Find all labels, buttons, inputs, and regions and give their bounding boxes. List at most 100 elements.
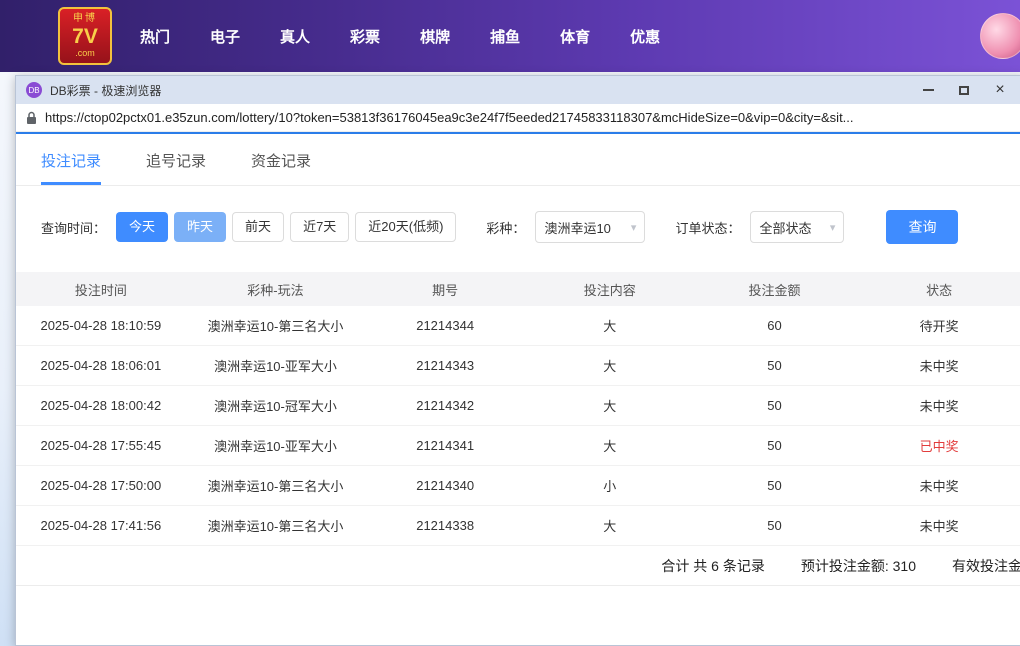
column-header: 状态 xyxy=(926,282,953,298)
search-button[interactable]: 查询 xyxy=(886,210,959,244)
lottery-filter-label: 彩种： xyxy=(486,220,526,236)
time-option[interactable]: 前天 xyxy=(232,212,285,242)
logo-text-top: 申博 xyxy=(73,13,97,24)
time-option[interactable]: 近7天 xyxy=(290,212,350,242)
url-bar[interactable]: https://ctop02pctx01.e35zun.com/lottery/… xyxy=(16,104,1020,132)
column-header: 投注金额 xyxy=(748,282,801,298)
site-navbar: 申博 7V .com 热门 电子 真人 彩票 棋牌 捕鱼 体育 优惠 xyxy=(0,0,1020,72)
bet-content: 大 xyxy=(603,519,617,534)
bet-amount: 60 xyxy=(767,318,782,333)
tabs: 投注记录 追号记录 资金记录 xyxy=(16,134,1020,186)
nav-item[interactable]: 优惠 xyxy=(630,26,660,47)
bet-time: 2025-04-28 18:06:01 xyxy=(40,358,162,373)
tab[interactable]: 投注记录 xyxy=(41,150,102,185)
issue-number: 21214342 xyxy=(416,398,475,413)
nav-item[interactable]: 彩票 xyxy=(350,26,380,47)
table-row: 2025-04-28 18:10:59 澳洲幸运10-第三名大小 21214344 大… xyxy=(16,306,1020,346)
status-select-value: 全部状态 xyxy=(759,220,812,236)
bet-amount: 50 xyxy=(767,438,782,453)
issue-number: 21214343 xyxy=(416,358,475,373)
table-row: 2025-04-28 18:06:01 澳洲幸运10-亚军大小 21214343 大 5… xyxy=(16,346,1020,386)
table-body: 2025-04-28 18:10:59 澳洲幸运10-第三名大小 21214344 大… xyxy=(16,306,1020,546)
bet-amount: 50 xyxy=(767,478,782,493)
bet-records-table: 投注时间 彩种-玩法 期号 投注内容 投注金额 状态 2025-04-28 18:10:5… xyxy=(16,272,1020,586)
chevron-down-icon: ▾ xyxy=(630,221,637,234)
game-play: 澳洲幸运10-第三名大小 xyxy=(207,519,344,534)
site-logo[interactable]: 申博 7V .com xyxy=(58,7,112,65)
status-badge: 未中奖 xyxy=(919,399,959,414)
close-icon: × xyxy=(995,81,1005,98)
column-header: 期号 xyxy=(432,282,459,298)
expected-bet-amount: 预计投注金额: 310 xyxy=(800,557,916,574)
logo-text-bottom: .com xyxy=(75,48,95,58)
bet-time: 2025-04-28 18:00:42 xyxy=(40,398,162,413)
tab[interactable]: 追号记录 xyxy=(146,150,206,185)
user-avatar[interactable] xyxy=(980,13,1020,59)
tab[interactable]: 资金记录 xyxy=(251,150,311,185)
minimize-button[interactable] xyxy=(910,76,946,104)
bet-time: 2025-04-28 17:50:00 xyxy=(40,478,162,493)
game-play: 澳洲幸运10-第三名大小 xyxy=(207,319,344,334)
maximize-button[interactable] xyxy=(946,76,982,104)
game-play: 澳洲幸运10-亚军大小 xyxy=(214,439,337,454)
lottery-select-value: 澳洲幸运10 xyxy=(544,220,611,236)
records-summary: 合计 共 6 条记录 xyxy=(661,557,765,574)
time-option[interactable]: 近20天(低频) xyxy=(355,212,457,242)
column-header: 投注内容 xyxy=(583,282,636,298)
status-badge: 未中奖 xyxy=(919,479,959,494)
time-filter-label: 查询时间： xyxy=(41,220,107,236)
bet-content: 小 xyxy=(603,479,617,494)
issue-number: 21214340 xyxy=(416,478,475,493)
time-options: 今天 昨天 前天 近7天 近20天(低频) xyxy=(116,212,457,242)
table-row: 2025-04-28 17:55:45 澳洲幸运10-亚军大小 21214341 大 5… xyxy=(16,426,1020,466)
window-title: DB彩票 - 极速浏览器 xyxy=(50,83,162,98)
lock-icon xyxy=(27,111,36,124)
table-footer: 合计 共 6 条记录 预计投注金额: 310 有效投注金 xyxy=(16,546,1020,586)
status-badge: 已中奖 xyxy=(919,439,959,454)
close-button[interactable]: × xyxy=(982,76,1018,104)
nav-item[interactable]: 热门 xyxy=(140,26,170,47)
game-play: 澳洲幸运10-第三名大小 xyxy=(207,479,344,494)
bet-amount: 50 xyxy=(767,358,782,373)
time-option[interactable]: 今天 xyxy=(116,212,169,242)
column-header: 彩种-玩法 xyxy=(247,282,304,298)
game-play: 澳洲幸运10-冠军大小 xyxy=(214,399,337,414)
issue-number: 21214344 xyxy=(416,318,475,333)
nav-menu: 热门 电子 真人 彩票 棋牌 捕鱼 体育 优惠 xyxy=(140,26,660,47)
status-badge: 待开奖 xyxy=(919,319,959,334)
window-titlebar: DB DB彩票 - 极速浏览器 × xyxy=(16,76,1020,104)
nav-item[interactable]: 体育 xyxy=(560,26,590,47)
window-controls: × xyxy=(910,76,1018,104)
status-badge: 未中奖 xyxy=(919,519,959,534)
nav-item[interactable]: 捕鱼 xyxy=(490,26,520,47)
browser-window: DB DB彩票 - 极速浏览器 × https://ctop02pctx01.e… xyxy=(15,75,1020,646)
bet-amount: 50 xyxy=(767,398,782,413)
column-header: 投注时间 xyxy=(74,282,127,298)
chevron-down-icon: ▾ xyxy=(829,221,836,234)
bet-time: 2025-04-28 17:55:45 xyxy=(40,438,162,453)
issue-number: 21214338 xyxy=(416,518,475,533)
nav-item[interactable]: 真人 xyxy=(280,26,310,47)
time-option[interactable]: 昨天 xyxy=(174,212,227,242)
issue-number: 21214341 xyxy=(416,438,475,453)
lottery-select[interactable]: 澳洲幸运10 ▾ xyxy=(535,211,646,243)
page-content: 投注记录 追号记录 资金记录 查询时间： 今天 昨天 前天 近7天 近20天(低频) 彩种：… xyxy=(16,134,1020,645)
table-row: 2025-04-28 18:00:42 澳洲幸运10-冠军大小 21214342 大 5… xyxy=(16,386,1020,426)
bet-content: 大 xyxy=(603,319,617,334)
bet-time: 2025-04-28 17:41:56 xyxy=(40,518,162,533)
game-play: 澳洲幸运10-亚军大小 xyxy=(214,359,337,374)
nav-item[interactable]: 电子 xyxy=(210,26,240,47)
table-header-row: 投注时间 彩种-玩法 期号 投注内容 投注金额 状态 xyxy=(16,272,1020,306)
status-filter-label: 订单状态： xyxy=(675,220,741,236)
bet-content: 大 xyxy=(603,359,617,374)
url-text: https://ctop02pctx01.e35zun.com/lottery/… xyxy=(45,110,854,125)
bet-time: 2025-04-28 18:10:59 xyxy=(40,318,162,333)
order-status-select[interactable]: 全部状态 ▾ xyxy=(750,211,845,243)
bet-content: 大 xyxy=(603,439,617,454)
bet-amount: 50 xyxy=(767,518,782,533)
nav-item[interactable]: 棋牌 xyxy=(420,26,450,47)
minimize-icon xyxy=(922,89,934,91)
maximize-icon xyxy=(959,85,969,95)
app-icon: DB xyxy=(26,82,42,98)
filter-row: 查询时间： 今天 昨天 前天 近7天 近20天(低频) 彩种： 澳洲幸运10 ▾ 订单状… xyxy=(41,210,1020,244)
